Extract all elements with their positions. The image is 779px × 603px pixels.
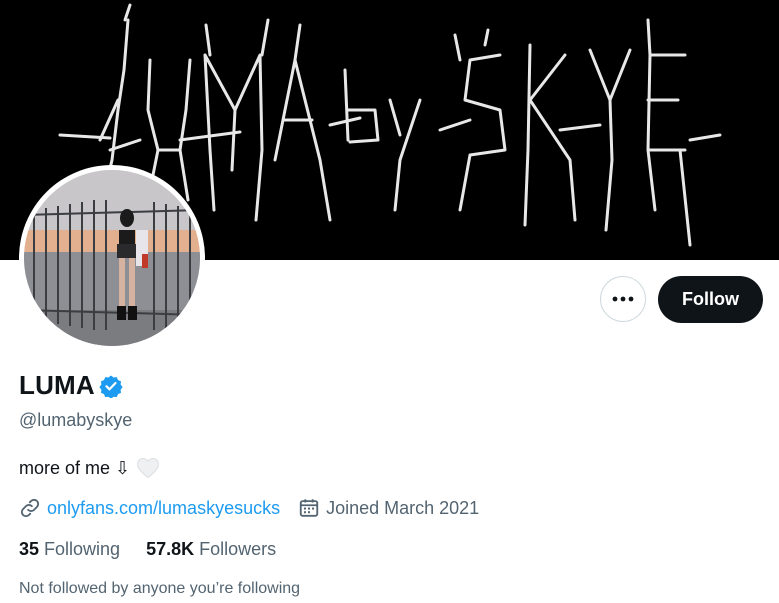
white-heart-icon <box>136 457 160 479</box>
profile-handle: @lumabyskye <box>19 410 133 430</box>
link-icon <box>19 497 41 519</box>
joined-date: Joined March 2021 <box>326 497 480 518</box>
more-options-button[interactable] <box>600 276 646 322</box>
avatar-photo <box>24 170 200 346</box>
following-label: Following <box>44 539 121 559</box>
bio-text: more of me ⇩ <box>19 457 131 478</box>
profile-stats: 35 Following 57.8K Followers <box>19 539 276 560</box>
profile-bio: more of me ⇩ <box>19 457 160 479</box>
following-count: 35 <box>19 539 40 559</box>
followers-label: Followers <box>199 539 277 559</box>
avatar-fence-image <box>24 170 200 346</box>
not-followed-notice: Not followed by anyone you’re following <box>19 580 301 597</box>
follow-button[interactable]: Follow <box>658 276 763 323</box>
profile-website-link[interactable]: onlyfans.com/lumaskyesucks <box>47 498 280 519</box>
calendar-icon <box>298 497 320 519</box>
profile-meta-row: onlyfans.com/lumaskyesucks Joined March … <box>19 497 479 519</box>
followers-count: 57.8K <box>146 539 195 559</box>
profile-avatar[interactable] <box>19 165 205 351</box>
verified-badge-icon[interactable] <box>99 374 123 398</box>
profile-name-row: LUMA <box>19 370 123 401</box>
following-stat-link[interactable]: 35 Following <box>19 539 120 560</box>
display-name: LUMA <box>19 370 95 400</box>
ellipsis-icon <box>612 296 634 302</box>
followers-stat-link[interactable]: 57.8K Followers <box>146 539 276 560</box>
